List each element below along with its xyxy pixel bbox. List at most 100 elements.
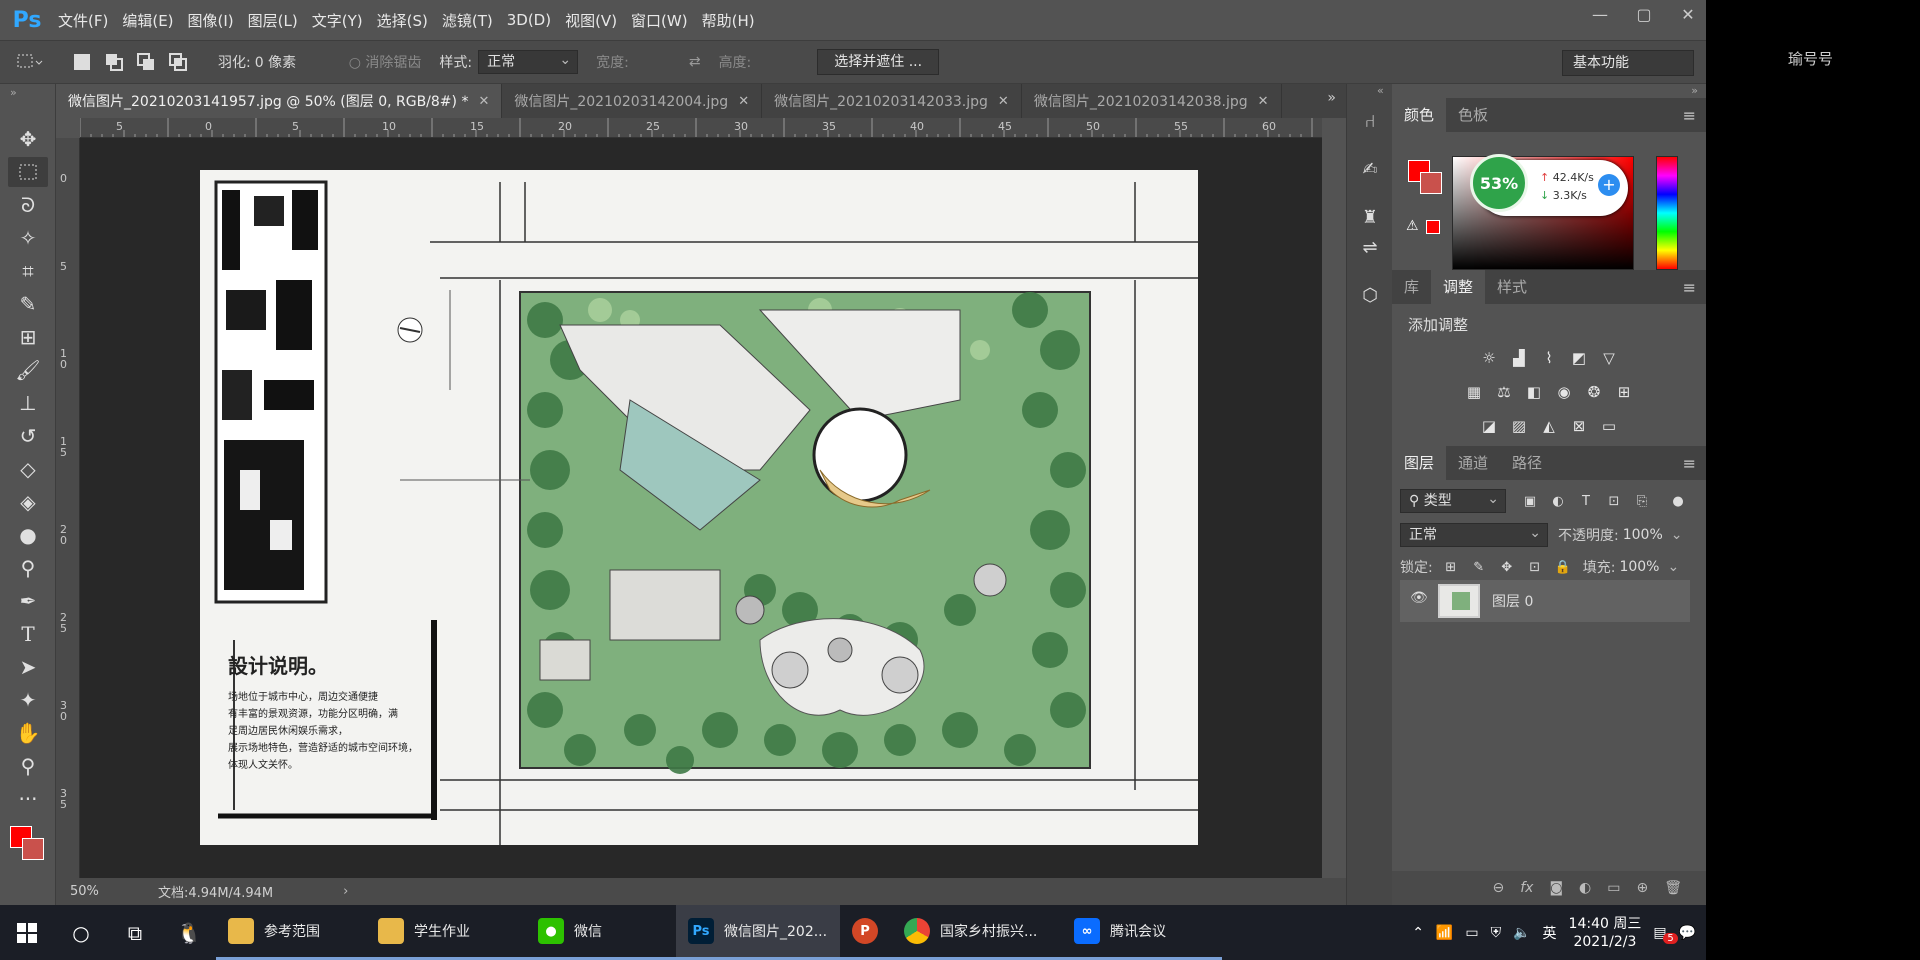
tab-document-2[interactable]: 微信图片_20210203142004.jpg ✕	[502, 84, 763, 118]
menu-help[interactable]: 帮助(H)	[702, 10, 755, 31]
panel-menu-icon[interactable]: ≡	[1683, 278, 1696, 297]
taskbar-app-photoshop[interactable]: Ps 微信图片_202...	[676, 905, 840, 960]
lock-transparent-icon[interactable]: ⊞	[1441, 557, 1461, 577]
opacity-dropdown-icon[interactable]: ⌄	[1671, 527, 1683, 543]
subtract-selection-icon[interactable]	[136, 52, 156, 72]
tab-document-3[interactable]: 微信图片_20210203142033.jpg ✕	[762, 84, 1022, 118]
adjust-panel-icon[interactable]: ⇌	[1355, 232, 1385, 262]
add-selection-icon[interactable]	[104, 52, 124, 72]
path-select-tool-icon[interactable]: ➤	[8, 652, 48, 682]
marquee-tool-icon[interactable]	[8, 157, 48, 187]
zoom-tool-icon[interactable]: ⚲	[8, 751, 48, 781]
dodge-tool-icon[interactable]: ⚲	[8, 553, 48, 583]
gradient-map-icon[interactable]: ▭	[1599, 416, 1619, 436]
type-tool-icon[interactable]: T	[8, 619, 48, 649]
background-color-swatch[interactable]	[22, 838, 44, 860]
pen-tool-icon[interactable]: ✒	[8, 586, 48, 616]
shape-tool-icon[interactable]: ✦	[8, 685, 48, 715]
notification-badge[interactable]: ▤ 5	[1653, 925, 1678, 944]
posterize-icon[interactable]: ▨	[1509, 416, 1529, 436]
action-center-icon[interactable]: 💬	[1679, 925, 1696, 941]
close-icon[interactable]: ✕	[998, 94, 1009, 109]
layer-filter-select[interactable]: ⚲ 类型	[1400, 488, 1506, 513]
eraser-tool-icon[interactable]: ◇	[8, 454, 48, 484]
swap-icon[interactable]: ⇄	[689, 54, 701, 70]
magic-wand-tool-icon[interactable]: ✧	[8, 223, 48, 253]
menu-3d[interactable]: 3D(D)	[507, 11, 551, 29]
brush-panel-icon[interactable]: ♜	[1355, 202, 1385, 232]
frame-tool-icon[interactable]: ⊞	[8, 322, 48, 352]
black-white-icon[interactable]: ◧	[1524, 382, 1544, 402]
document-image[interactable]: 設计说明。 场地位于城市中心，周边交通便捷 有丰富的景观资源，功能分区明确，满 …	[200, 170, 1198, 845]
tab-paths[interactable]: 路径	[1500, 446, 1554, 480]
lock-image-icon[interactable]: ✎	[1469, 557, 1489, 577]
minimize-icon[interactable]: —	[1592, 5, 1608, 24]
fill-dropdown-icon[interactable]: ⌄	[1667, 559, 1679, 575]
more-tools-icon[interactable]: ···	[8, 784, 48, 814]
hue-slider[interactable]	[1656, 156, 1678, 270]
opacity-value[interactable]: 100%	[1623, 527, 1663, 543]
filter-adjust-icon[interactable]: ◐	[1548, 491, 1568, 511]
new-selection-icon[interactable]	[72, 52, 92, 72]
taskbar-app-chrome[interactable]: 国家乡村振兴...	[892, 905, 1062, 960]
dock-collapse-icon[interactable]: «	[1347, 84, 1392, 102]
tab-styles[interactable]: 样式	[1485, 270, 1539, 304]
menu-image[interactable]: 图像(I)	[188, 10, 234, 31]
eyedropper-tool-icon[interactable]: ✎	[8, 289, 48, 319]
panel-background-swatch[interactable]	[1420, 172, 1442, 194]
taskbar-app-reference[interactable]: 参考范围	[216, 905, 366, 960]
invert-icon[interactable]: ◪	[1479, 416, 1499, 436]
marquee-preset-icon[interactable]	[12, 52, 48, 72]
gamut-color-chip[interactable]	[1426, 220, 1440, 234]
vibrance-icon[interactable]: ▽	[1599, 348, 1619, 368]
qq-icon[interactable]: 🐧	[162, 905, 216, 960]
menu-edit[interactable]: 编辑(E)	[122, 10, 173, 31]
history-panel-icon[interactable]: ⑁	[1355, 106, 1385, 136]
clock[interactable]: 14:40 周三 2021/2/3	[1569, 915, 1642, 951]
gamut-warning-icon[interactable]: ⚠	[1406, 218, 1419, 234]
fx-icon[interactable]: fx	[1520, 880, 1533, 896]
new-layer-icon[interactable]: ⊕	[1636, 880, 1648, 896]
panel-menu-icon[interactable]: ≡	[1683, 106, 1696, 125]
wifi-icon[interactable]: 📶	[1436, 925, 1453, 941]
blur-tool-icon[interactable]: ●	[8, 520, 48, 550]
filter-shape-icon[interactable]: ⊡	[1604, 491, 1624, 511]
menu-view[interactable]: 视图(V)	[565, 10, 617, 31]
crop-tool-icon[interactable]: ⌗	[8, 256, 48, 286]
menu-type[interactable]: 文字(Y)	[312, 10, 363, 31]
input-method[interactable]: 英	[1543, 923, 1557, 943]
tab-document-4[interactable]: 微信图片_20210203142038.jpg ✕	[1022, 84, 1282, 118]
tab-libraries[interactable]: 库	[1392, 270, 1431, 304]
close-icon[interactable]: ✕	[1258, 94, 1269, 109]
style-select[interactable]: 正常	[478, 49, 579, 74]
task-view-icon[interactable]: ⧉	[108, 905, 162, 960]
maximize-icon[interactable]: ▢	[1636, 5, 1652, 24]
lock-artboard-icon[interactable]: ⊡	[1525, 557, 1545, 577]
network-speed-widget[interactable]: 53% ↑ 42.4K/s ↓ 3.3K/s +	[1470, 154, 1628, 216]
3d-panel-icon[interactable]: ⬡	[1355, 280, 1385, 310]
threshold-icon[interactable]: ◭	[1539, 416, 1559, 436]
toolbox-collapse-icon[interactable]: »	[0, 84, 55, 124]
close-icon[interactable]: ✕	[1680, 5, 1696, 24]
search-icon[interactable]: ○	[54, 905, 108, 960]
tray-expand-icon[interactable]: ⌃	[1412, 925, 1424, 941]
close-icon[interactable]: ✕	[478, 94, 489, 109]
curves-icon[interactable]: ⌇	[1539, 348, 1559, 368]
move-tool-icon[interactable]: ✥	[8, 124, 48, 154]
tab-channels[interactable]: 通道	[1446, 446, 1500, 480]
hue-saturation-icon[interactable]: ▦	[1464, 382, 1484, 402]
link-layers-icon[interactable]: ⊖	[1492, 880, 1504, 896]
menu-layer[interactable]: 图层(L)	[248, 10, 298, 31]
battery-icon[interactable]: ▭	[1465, 925, 1478, 941]
security-icon[interactable]: ⛨	[1491, 925, 1502, 941]
volume-icon[interactable]: 🔈	[1513, 925, 1530, 941]
menu-select[interactable]: 选择(S)	[377, 10, 428, 31]
levels-icon[interactable]: ▟	[1509, 348, 1529, 368]
filter-toggle-icon[interactable]: ●	[1668, 491, 1688, 511]
tab-adjustments[interactable]: 调整	[1431, 270, 1486, 304]
plus-icon[interactable]: +	[1598, 174, 1620, 196]
intersect-selection-icon[interactable]	[168, 52, 188, 72]
color-lookup-icon[interactable]: ⊞	[1614, 382, 1634, 402]
tab-layers[interactable]: 图层	[1392, 446, 1447, 480]
tab-swatches[interactable]: 色板	[1446, 98, 1500, 132]
